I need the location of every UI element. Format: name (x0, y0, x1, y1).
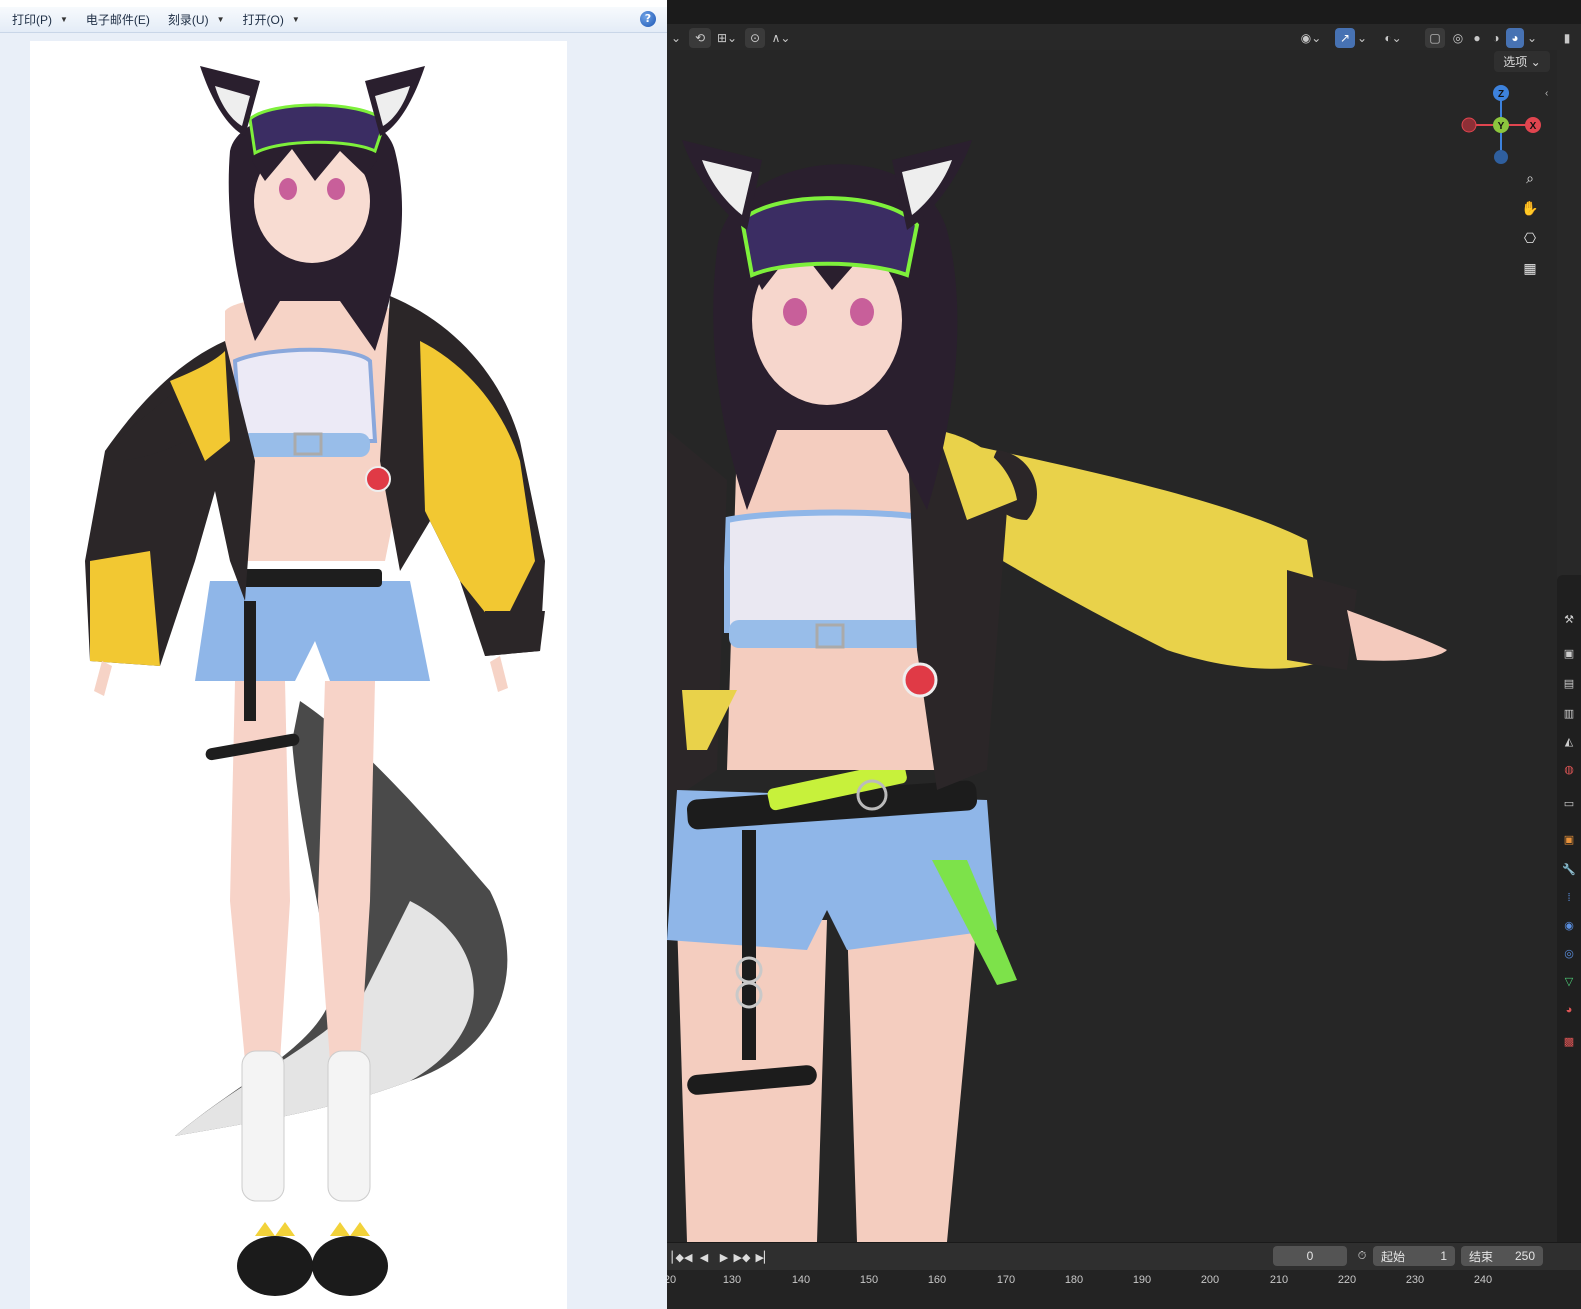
ruler-tick: 130 (722, 1274, 742, 1286)
ortho-grid-icon[interactable]: ▦ (1518, 256, 1542, 280)
pan-hand-icon[interactable]: ✋ (1518, 196, 1542, 220)
ruler-tick: 190 (1132, 1274, 1152, 1286)
open-menu-label: 打开(O) (242, 13, 284, 27)
ruler-tick: 170 (996, 1274, 1016, 1286)
email-menu[interactable]: 电子邮件(E) (86, 11, 150, 28)
gizmo-dropdown[interactable]: ⌄ (1357, 28, 1367, 48)
camera-icon[interactable]: ⎔ (1518, 226, 1542, 250)
xray-icon[interactable]: ▢ (1425, 28, 1445, 48)
modifier-tab-icon[interactable]: 🔧 (1562, 863, 1576, 877)
material-tab-icon[interactable]: ◕ (1562, 1003, 1576, 1017)
output-tab-icon[interactable]: ▤ (1562, 677, 1576, 691)
constraints-tab-icon[interactable]: ◎ (1562, 947, 1576, 961)
neg-x-axis-handle[interactable] (1461, 117, 1477, 133)
jump-end-icon[interactable]: ▶▏ (755, 1249, 773, 1265)
ruler-tick: 200 (1200, 1274, 1220, 1286)
burn-menu[interactable]: 刻录(U) ▼ (168, 11, 225, 28)
burn-menu-label: 刻录(U) (167, 13, 209, 27)
caret-down-icon: ▼ (216, 15, 225, 24)
start-frame-label: 起始 (1381, 1249, 1406, 1264)
solid-shading-icon[interactable]: ● (1468, 28, 1486, 48)
y-axis-label: Y (1498, 121, 1505, 132)
ruler-tick: 240 (1473, 1274, 1493, 1286)
view-layer-tab-icon[interactable]: ▥ (1562, 707, 1576, 721)
x-axis-label: X (1530, 121, 1537, 132)
caret-down-icon: ▼ (60, 15, 68, 24)
particles-tab-icon[interactable]: ⁞ (1562, 891, 1576, 905)
current-frame-value: 0 (1306, 1249, 1314, 1263)
end-frame-label: 结束 (1469, 1249, 1494, 1264)
caret-down-icon: ▼ (291, 15, 300, 24)
end-frame-field[interactable]: 结束 250 (1461, 1246, 1543, 1266)
ruler-tick: 140 (791, 1274, 811, 1286)
ruler-tick: 180 (1064, 1274, 1084, 1286)
neg-z-axis-handle[interactable] (1494, 150, 1508, 164)
ruler-tick: 160 (927, 1274, 947, 1286)
3d-viewport[interactable] (667, 50, 1557, 1242)
start-frame-field[interactable]: 起始 1 (1373, 1246, 1455, 1266)
blender-topbar (667, 0, 1581, 24)
current-frame-field[interactable]: 0 (1273, 1246, 1347, 1266)
gizmo-toggle-icon[interactable]: ↗ (1335, 28, 1355, 48)
character-reference-image (30, 41, 567, 1309)
play-icon[interactable]: ▶ (715, 1249, 733, 1265)
zoom-icon[interactable]: ⌕ (1518, 166, 1542, 190)
snap-target-icon[interactable]: ⊞⌄ (713, 28, 741, 48)
texture-tab-icon[interactable]: ▩ (1562, 1035, 1576, 1049)
collapse-arrow-icon[interactable]: ‹ (1545, 88, 1548, 99)
print-menu[interactable]: 打印(P) ▼ (12, 11, 68, 28)
snap-dropdown[interactable]: ⌄ (667, 28, 685, 48)
data-tab-icon[interactable]: ▽ (1562, 975, 1576, 989)
object-tab-icon[interactable]: ▣ (1562, 833, 1576, 847)
proportional-edit-icon[interactable]: ⊙ (745, 28, 765, 48)
falloff-icon[interactable]: ∧⌄ (767, 28, 795, 48)
viewer-toolbar: 打印(P) ▼ 电子邮件(E) 刻录(U) ▼ 打开(O) ▼ (0, 7, 667, 33)
physics-tab-icon[interactable]: ◉ (1562, 919, 1576, 933)
jump-keyframe-back-icon[interactable]: ◆◀ (675, 1249, 693, 1265)
print-menu-label: 打印(P) (12, 13, 52, 27)
tool-tab-icon[interactable]: ⚒ (1562, 613, 1576, 627)
shading-dropdown[interactable]: ⌄ (1525, 28, 1539, 48)
help-icon[interactable]: ? (640, 11, 656, 27)
scene-tab-icon[interactable]: ◭ (1562, 735, 1576, 749)
ruler-tick: 20 (667, 1274, 677, 1286)
end-frame-value: 250 (1514, 1249, 1535, 1263)
character-3d-model (667, 140, 1447, 1242)
email-menu-label: 电子邮件(E) (85, 13, 150, 27)
options-dropdown[interactable]: 选项 ⌄ (1494, 51, 1550, 72)
snap-icon[interactable]: ⟲ (689, 28, 711, 48)
jump-keyframe-forward-icon[interactable]: ▶◆ (733, 1249, 751, 1265)
character-illustration (85, 66, 545, 1296)
play-reverse-icon[interactable]: ◀ (695, 1249, 713, 1265)
ruler-tick: 230 (1405, 1274, 1425, 1286)
start-frame-value: 1 (1440, 1249, 1447, 1263)
wireframe-shading-icon[interactable]: ◎ (1449, 28, 1467, 48)
overlay-icon[interactable]: ◐⌄ (1379, 28, 1407, 48)
z-axis-label: Z (1498, 89, 1504, 100)
world-tab-icon[interactable]: ◍ (1562, 763, 1576, 777)
stopwatch-icon[interactable]: ⏱ (1353, 1248, 1371, 1264)
blender-window: ⌄ ⟲ ⊞⌄ ⊙ ∧⌄ ◉⌄ ↗ ⌄ ◐⌄ ▢ ◎ ● ◑ ◕ ⌄ ▮ 选项 ⌄… (667, 0, 1581, 1309)
properties-tab-strip: ⚒ ▣ ▤ ▥ ◭ ◍ ▭ ▣ 🔧 ⁞ ◉ ◎ ▽ ◕ ▩ (1557, 575, 1581, 1245)
collection-tab-icon[interactable]: ▭ (1562, 797, 1576, 811)
render-tab-icon[interactable]: ▣ (1562, 647, 1576, 661)
window-top-strip (0, 0, 667, 7)
rendered-shading-icon[interactable]: ◕ (1506, 28, 1524, 48)
sidebar-toggle[interactable]: ▮ (1557, 28, 1577, 48)
photo-viewer-window: 打印(P) ▼ 电子邮件(E) 刻录(U) ▼ 打开(O) ▼ ? (0, 0, 667, 1309)
ruler-tick: 220 (1337, 1274, 1357, 1286)
ruler-tick: 210 (1269, 1274, 1289, 1286)
material-shading-icon[interactable]: ◑ (1487, 28, 1505, 48)
navigation-gizmo[interactable]: Z X Y (1457, 82, 1547, 172)
ruler-tick: 150 (859, 1274, 879, 1286)
visibility-icon[interactable]: ◉⌄ (1297, 28, 1325, 48)
options-label: 选项 (1503, 55, 1528, 69)
open-menu[interactable]: 打开(O) ▼ (243, 11, 300, 28)
